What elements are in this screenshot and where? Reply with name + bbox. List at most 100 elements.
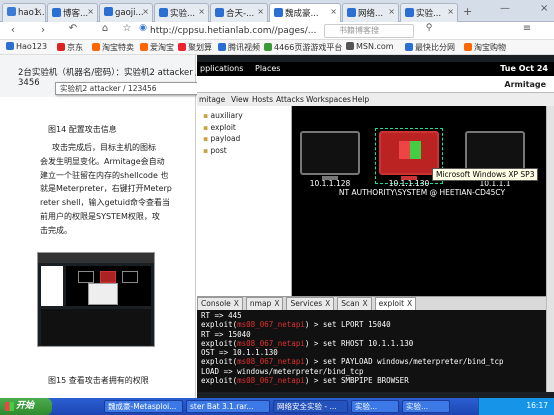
folder-icon: ▪ bbox=[203, 122, 209, 132]
armitage-titlebar: Armitage bbox=[197, 76, 554, 93]
console-line: RT => 15040 bbox=[201, 329, 251, 339]
console-line: exploit(ms08_067_netapi) > set PAYLOAD w… bbox=[201, 357, 504, 367]
screenshot-thumbnail[interactable] bbox=[37, 252, 155, 347]
page-icon bbox=[405, 8, 414, 17]
close-icon[interactable]: X bbox=[325, 299, 330, 308]
new-tab-button[interactable]: + bbox=[463, 5, 472, 18]
applications-menu[interactable]: pplications bbox=[200, 64, 243, 73]
bookmark-item[interactable]: 4466页游游戏平台 bbox=[264, 42, 342, 53]
taskbar-item-active[interactable]: 网络安全实验 - ... bbox=[273, 400, 348, 413]
secure-icon: ◉ bbox=[139, 23, 147, 33]
console-line: OST => 10.1.1.130 bbox=[201, 348, 278, 358]
tree-item[interactable]: ▪ exploit bbox=[203, 122, 243, 134]
bookmark-item[interactable]: Hao123 bbox=[6, 42, 47, 51]
close-window-button[interactable]: × bbox=[540, 3, 548, 14]
console-line: RT => 445 bbox=[201, 311, 242, 320]
taskbar-item[interactable]: ster Bat 3.1.rar... bbox=[186, 400, 270, 413]
browser-tab[interactable]: 博客... × bbox=[47, 3, 98, 22]
tab-exploit[interactable]: exploit X bbox=[374, 297, 417, 310]
lab-machines-text: 2台实验机（机器名/密码）：实验机2 attacker / 12 bbox=[18, 68, 196, 78]
menu-workspaces[interactable]: Workspaces bbox=[306, 93, 351, 106]
host-session-label: NT AUTHORITY\SYSTEM @ HEETIAN-CD45CY bbox=[338, 188, 506, 197]
bookmark-item[interactable]: 京东 bbox=[57, 42, 83, 53]
taskbar-item[interactable]: 实验... bbox=[402, 400, 450, 413]
close-icon[interactable]: X bbox=[234, 299, 239, 308]
bookmark-item[interactable]: MSN.com bbox=[346, 42, 394, 51]
console-line: exploit(ms08_067_netapi) > set LPORT 150… bbox=[201, 320, 391, 330]
vertical-scrollbar[interactable] bbox=[546, 106, 554, 392]
close-icon[interactable]: × bbox=[198, 7, 205, 16]
forward-button[interactable]: › bbox=[36, 23, 50, 36]
browser-tab-active[interactable]: 魏成豪... × bbox=[269, 3, 341, 23]
places-menu[interactable]: Places bbox=[255, 64, 280, 73]
page-icon bbox=[274, 8, 283, 17]
windows-logo-icon bbox=[399, 141, 421, 159]
menu-hosts[interactable]: Hosts bbox=[252, 93, 273, 106]
windows-logo-icon bbox=[5, 402, 14, 411]
browser-tab[interactable]: hao1... × bbox=[2, 3, 46, 22]
back-button[interactable]: ‹ bbox=[6, 23, 20, 36]
menu-armitage[interactable]: mitage bbox=[199, 93, 225, 106]
browser-tab[interactable]: 合天-... × bbox=[210, 3, 268, 22]
tray-clock: 16:17 bbox=[526, 401, 548, 410]
close-icon[interactable]: × bbox=[388, 7, 395, 16]
system-tray: 16:17 bbox=[478, 398, 554, 415]
close-icon[interactable]: × bbox=[330, 7, 337, 16]
tree-item[interactable]: ▪ payload bbox=[203, 133, 243, 145]
targets-view: 10.1.1.128 10.1.1.130 NT AUTHORITY\SYSTE… bbox=[292, 106, 546, 296]
browser-tab[interactable]: gaoji... × bbox=[99, 3, 153, 22]
close-icon[interactable]: × bbox=[87, 7, 94, 16]
clock: Tue Oct 24 bbox=[500, 64, 548, 73]
search-icon[interactable]: ⚲ bbox=[422, 23, 436, 33]
bookmark-item[interactable]: 淘宝特卖 bbox=[92, 42, 134, 53]
bookmark-item[interactable]: 最快比分网 bbox=[405, 42, 455, 53]
host-10-1-1-128[interactable]: 10.1.1.128 bbox=[297, 131, 363, 188]
minimize-button[interactable]: — bbox=[500, 3, 510, 14]
menu-icon[interactable]: ≡ bbox=[520, 23, 534, 34]
page-icon bbox=[159, 8, 168, 17]
page-icon bbox=[7, 7, 16, 16]
history-button[interactable]: ↶ bbox=[66, 23, 80, 34]
figure-caption: 图14 配置攻击信息 bbox=[48, 125, 117, 134]
tree-item[interactable]: ▪ auxiliary bbox=[203, 110, 243, 122]
close-icon[interactable]: × bbox=[35, 7, 42, 16]
close-icon[interactable]: × bbox=[447, 7, 454, 16]
search-input[interactable]: 书籍博客搜 bbox=[324, 24, 414, 38]
doc-paragraph: 攻击完成后，目标主机的图标 会发生明显变化。Armitage会自动 建立一个驻留… bbox=[40, 143, 172, 235]
tab-scan[interactable]: Scan X bbox=[337, 297, 372, 310]
kali-top-panel: pplications Places Tue Oct 24 bbox=[197, 62, 554, 76]
close-icon[interactable]: × bbox=[142, 7, 149, 16]
lab-document-pane: 图14 配置攻击信息 攻击完成后，目标主机的图标 会发生明显变化。Armitag… bbox=[0, 97, 196, 398]
address-bar[interactable]: http://cppsu.hetianlab.com//pages/... bbox=[150, 24, 465, 38]
browser-tab[interactable]: 网络... × bbox=[342, 3, 399, 22]
bookmark-item[interactable]: 腾讯视频 bbox=[218, 42, 260, 53]
browser-tab[interactable]: 实验... × bbox=[154, 3, 209, 22]
tree-item[interactable]: ▪ post bbox=[203, 145, 243, 157]
close-icon[interactable]: × bbox=[257, 7, 264, 16]
console-line: exploit(ms08_067_netapi) > set RHOST 10.… bbox=[201, 338, 414, 348]
browser-tab[interactable]: 实验... × bbox=[400, 3, 458, 22]
taskbar-item[interactable]: 实验... bbox=[351, 400, 399, 413]
bookmark-item[interactable]: 聚划算 bbox=[178, 42, 212, 53]
page-icon bbox=[104, 7, 113, 16]
figure-caption: 图15 查看攻击者拥有的权限 bbox=[48, 376, 149, 385]
close-icon[interactable]: X bbox=[407, 299, 412, 308]
close-icon[interactable]: X bbox=[274, 299, 279, 308]
exploit-console[interactable]: RT => 445 exploit(ms08_067_netapi) > set… bbox=[197, 310, 546, 392]
bookmarks-bar: Hao123 京东 淘宝特卖 爱淘宝 聚划算 腾讯视频 4466页游游戏平台 M… bbox=[0, 40, 554, 55]
star-icon[interactable]: ☆ bbox=[120, 23, 134, 34]
bookmark-item[interactable]: 淘宝购物 bbox=[464, 42, 506, 53]
taskbar-item[interactable]: 魏成豪-Metasploi... bbox=[104, 400, 183, 413]
bookmark-item[interactable]: 爱淘宝 bbox=[140, 42, 174, 53]
home-icon[interactable]: ⌂ bbox=[98, 23, 112, 34]
tab-services[interactable]: Services X bbox=[286, 297, 335, 310]
close-icon[interactable]: X bbox=[363, 299, 368, 308]
window-title: Armitage bbox=[504, 80, 546, 89]
menu-help[interactable]: Help bbox=[352, 93, 369, 106]
browser-tab-bar: hao1... × 博客... × gaoji... × 实验... × 合天-... ×… bbox=[0, 0, 554, 23]
tab-console[interactable]: Console X bbox=[197, 297, 243, 310]
os-tooltip: Microsoft Windows XP SP3 bbox=[432, 168, 539, 181]
menu-view[interactable]: View bbox=[231, 93, 249, 106]
tab-nmap[interactable]: nmap X bbox=[245, 297, 284, 310]
menu-attacks[interactable]: Attacks bbox=[276, 93, 304, 106]
